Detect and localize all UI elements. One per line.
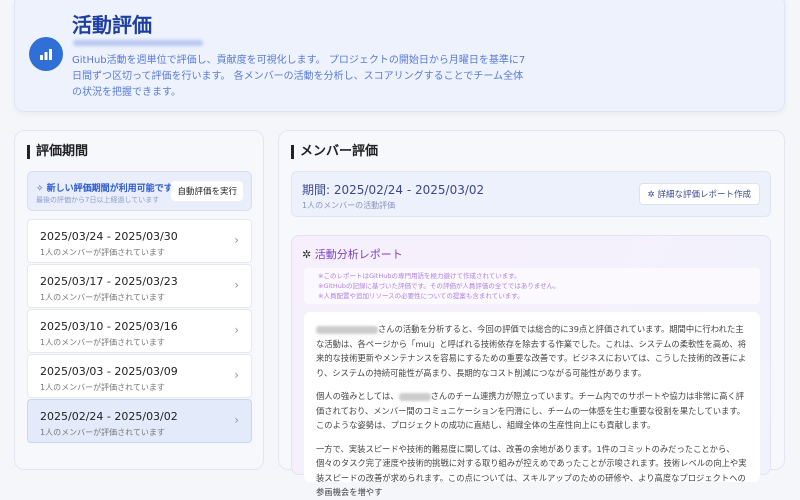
detailed-report-label: 詳細な評価レポート作成 xyxy=(657,190,751,200)
period-item[interactable]: 2025/03/24 - 2025/03/30 1人のメンバーが評価されています › xyxy=(27,219,252,263)
redacted-name xyxy=(316,325,378,334)
report-notes: ※このレポートはGitHubの専門用語を極力避けて作成されています。 ※GitH… xyxy=(304,268,760,304)
chevron-right-icon: › xyxy=(234,368,239,382)
report-paragraph: 一方で、実装スピードや技術的難易度に関しては、改善の余地があります。1件のコミッ… xyxy=(316,443,747,498)
period-status: 1人のメンバーが評価されています xyxy=(40,338,165,347)
report-note: ※GitHubの記録に基づいた評価です。その評価が人員評価の全てではありません。 xyxy=(318,282,560,290)
new-period-notice: ✧ 新しい評価期間が利用可能です 最後の評価から7日以上経過しています 自動評価… xyxy=(27,171,252,211)
bar-chart-icon xyxy=(29,37,63,71)
chevron-right-icon: › xyxy=(234,323,239,337)
auto-evaluate-button[interactable]: 自動評価を実行 xyxy=(171,181,243,201)
members-title: メンバー評価 xyxy=(291,145,378,159)
page-description: GitHub活動を週単位で評価し、貢献度を可視化します。 プロジェクトの開始日か… xyxy=(72,55,526,98)
report-note: ※このレポートはGitHubの専門用語を極力避けて作成されています。 xyxy=(318,272,521,280)
sparkle-icon: ✲ xyxy=(302,248,315,261)
period-status: 1人のメンバーが評価されています xyxy=(40,383,165,392)
detailed-report-button[interactable]: ✲ 詳細な評価レポート作成 xyxy=(638,183,760,205)
period-range: 2025/02/24 - 2025/03/02 xyxy=(40,410,178,423)
period-status: 1人のメンバーが評価されています xyxy=(40,428,165,437)
sparkle-icon: ✲ xyxy=(647,190,658,200)
report-title: 活動分析レポート xyxy=(314,248,403,261)
notice-subtitle: 最後の評価から7日以上経過しています xyxy=(36,196,160,204)
redacted-name xyxy=(398,392,431,401)
member-count: 1人のメンバーの活動評価 xyxy=(302,201,396,210)
chevron-right-icon: › xyxy=(234,413,239,427)
period-status: 1人のメンバーが評価されています xyxy=(40,293,165,302)
periods-panel: 評価期間 ✧ 新しい評価期間が利用可能です 最後の評価から7日以上経過しています… xyxy=(14,130,264,470)
activity-report: ✲ 活動分析レポート ※このレポートはGitHubの専門用語を極力避けて作成され… xyxy=(291,235,771,497)
period-item-selected[interactable]: 2025/02/24 - 2025/03/02 1人のメンバーが評価されています › xyxy=(27,399,252,443)
period-summary: 期間: 2025/02/24 - 2025/03/02 1人のメンバーの活動評価… xyxy=(291,171,771,217)
report-body: さんの活動を分析すると、今回の評価では総合的に39点と評価されています。期間中に… xyxy=(304,312,760,497)
period-range: 2025/03/03 - 2025/03/09 xyxy=(40,365,178,378)
period-item[interactable]: 2025/03/10 - 2025/03/16 1人のメンバーが評価されています › xyxy=(27,309,252,353)
notice-title: ✧ 新しい評価期間が利用可能です xyxy=(36,184,173,194)
members-panel: メンバー評価 期間: 2025/02/24 - 2025/03/02 1人のメン… xyxy=(278,130,785,497)
chevron-right-icon: › xyxy=(234,278,239,292)
periods-title: 評価期間 xyxy=(27,145,88,159)
chevron-right-icon: › xyxy=(234,233,239,247)
period-status: 1人のメンバーが評価されています xyxy=(40,248,165,257)
page-title: 活動評価 xyxy=(72,13,152,37)
redacted-subtitle xyxy=(73,40,203,46)
report-note: ※人員配置や追加リソースの必要性についての提案も含まれています。 xyxy=(318,292,524,300)
period-range: 2025/03/10 - 2025/03/16 xyxy=(40,320,178,333)
period-range: 2025/03/17 - 2025/03/23 xyxy=(40,275,178,288)
period-item[interactable]: 2025/03/03 - 2025/03/09 1人のメンバーが評価されています › xyxy=(27,354,252,398)
report-paragraph: 個人の強みとしては、 xyxy=(316,391,399,401)
period-label: 期間: 2025/02/24 - 2025/03/02 xyxy=(302,183,485,197)
period-item[interactable]: 2025/03/17 - 2025/03/23 1人のメンバーが評価されています › xyxy=(27,264,252,308)
period-range: 2025/03/24 - 2025/03/30 xyxy=(40,230,178,243)
header-card: 活動評価 GitHub活動を週単位で評価し、貢献度を可視化します。 プロジェクト… xyxy=(14,0,785,112)
report-paragraph: さんの活動を分析すると、今回の評価では総合的に39点と評価されています。期間中に… xyxy=(316,324,747,378)
